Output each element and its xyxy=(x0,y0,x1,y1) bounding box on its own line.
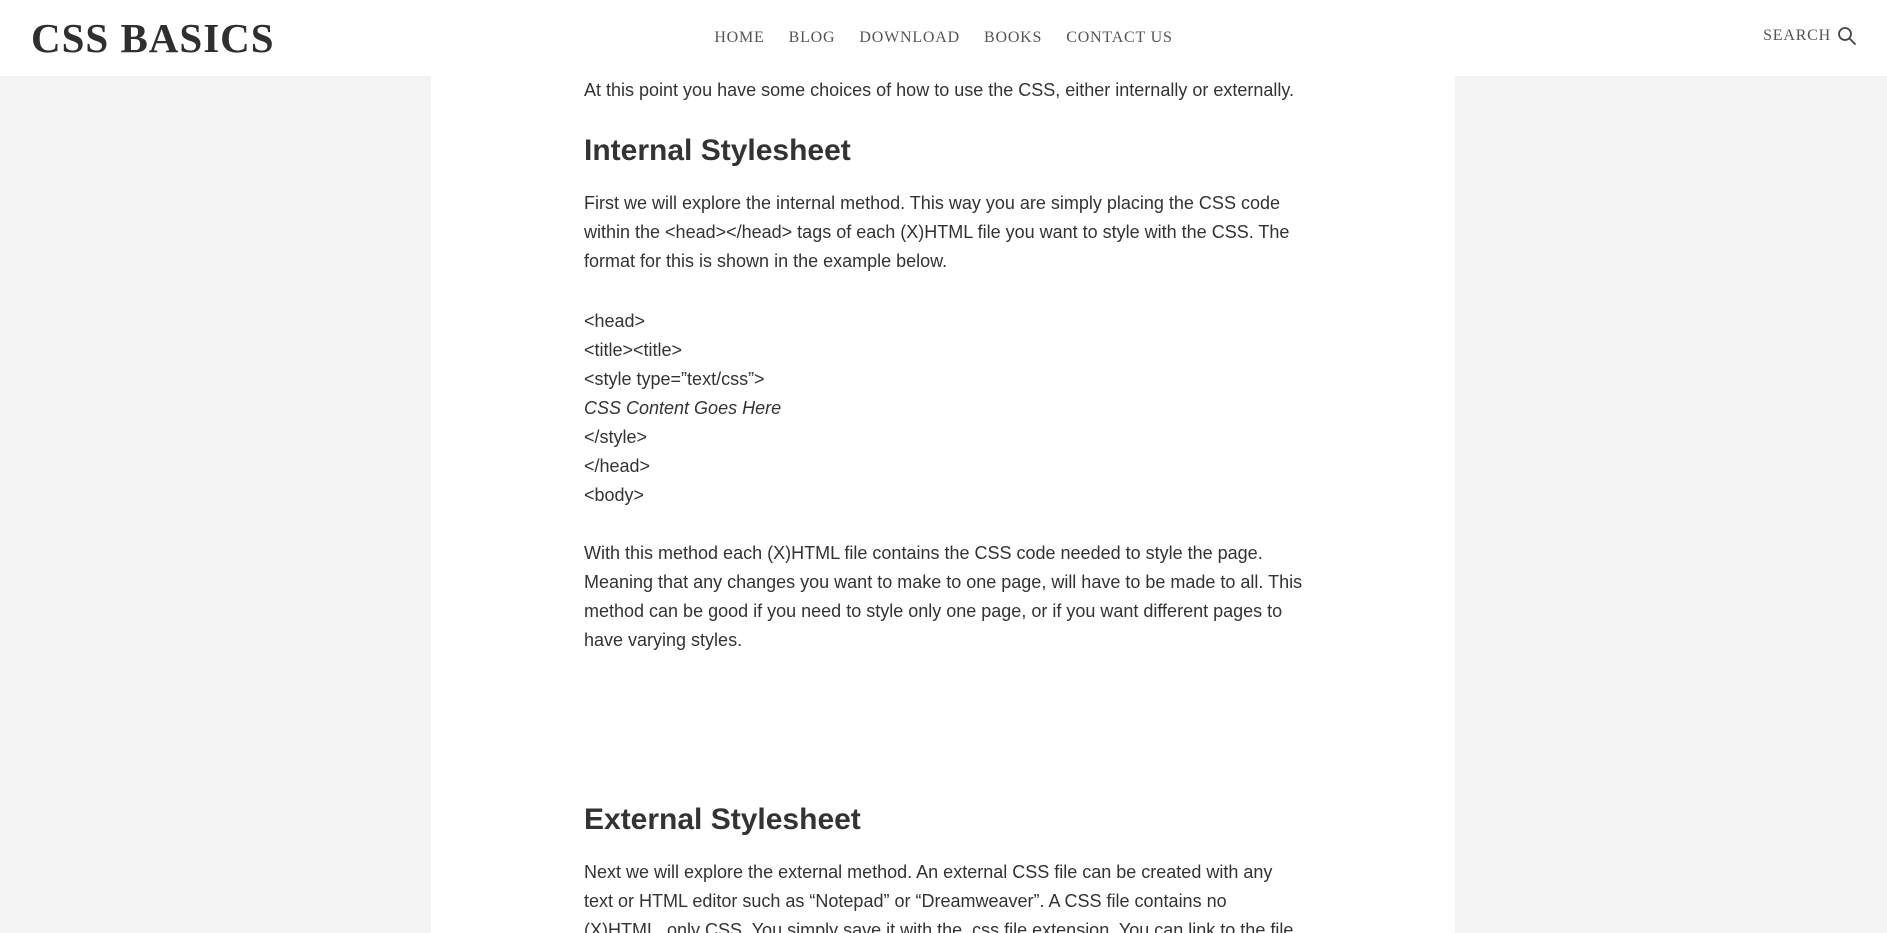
code-line: <head> xyxy=(584,311,646,331)
article-card: At this point you have some choices of h… xyxy=(431,76,1455,933)
code-line: <title><title> xyxy=(584,340,683,360)
internal-paragraph-1: First we will explore the internal metho… xyxy=(584,193,1290,271)
internal-stylesheet-heading: Internal Stylesheet xyxy=(584,134,851,167)
main-nav: HOME BLOG DOWNLOAD BOOKS CONTACT US xyxy=(0,28,1887,48)
nav-item-books[interactable]: BOOKS xyxy=(984,28,1042,48)
search-button[interactable]: SEARCH xyxy=(1763,26,1857,46)
search-label: SEARCH xyxy=(1763,27,1831,44)
intro-paragraph: At this point you have some choices of h… xyxy=(584,80,1295,100)
internal-paragraph-2: With this method each (X)HTML file conta… xyxy=(584,543,1303,650)
code-line: </style> xyxy=(584,427,648,447)
code-line: <style type=”text/css”> xyxy=(584,369,765,389)
nav-item-blog[interactable]: BLOG xyxy=(789,28,836,48)
nav-item-contact-us[interactable]: CONTACT US xyxy=(1066,28,1172,48)
code-line: <body> xyxy=(584,485,645,505)
external-paragraph-1: Next we will explore the external method… xyxy=(584,862,1294,933)
external-stylesheet-heading: External Stylesheet xyxy=(584,803,861,836)
code-line-placeholder: CSS Content Goes Here xyxy=(584,398,782,418)
nav-item-download[interactable]: DOWNLOAD xyxy=(859,28,960,48)
site-header: CSS BASICS HOME BLOG DOWNLOAD BOOKS CONT… xyxy=(0,0,1887,76)
search-icon xyxy=(1838,27,1856,45)
site-logo[interactable]: CSS BASICS xyxy=(31,14,275,62)
code-line: </head> xyxy=(584,456,651,476)
nav-item-home[interactable]: HOME xyxy=(714,28,764,48)
